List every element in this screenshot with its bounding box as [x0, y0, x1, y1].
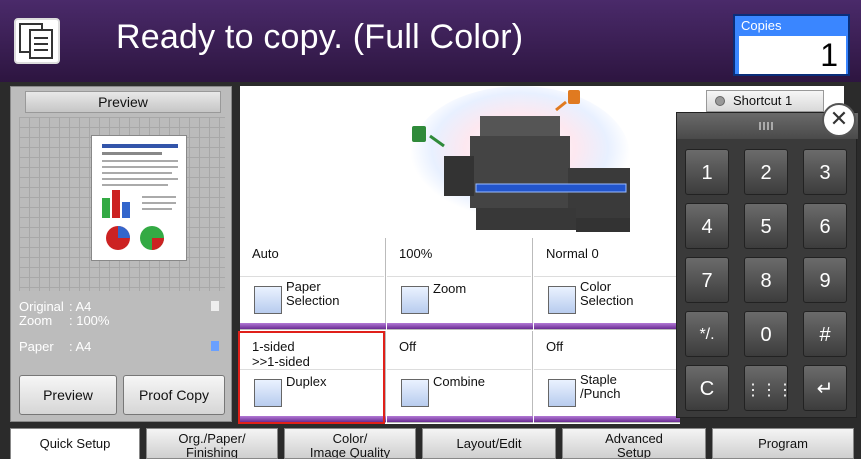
color-selection-icon	[548, 286, 576, 314]
key-9[interactable]: 9	[803, 257, 847, 303]
tab-advanced-setup[interactable]: Advanced Setup	[562, 428, 706, 459]
key-2[interactable]: 2	[744, 149, 788, 195]
key-tenkey-grid[interactable]: ⋮⋮⋮	[744, 365, 793, 411]
preview-button[interactable]: Preview	[19, 375, 117, 415]
copies-label: Copies	[741, 18, 782, 33]
numeric-keypad: ✕ 1 2 3 4 5 6 7 8 9 */. 0 # C ⋮⋮⋮ ↵	[676, 103, 858, 418]
tab-program[interactable]: Program	[712, 428, 854, 459]
color-selection-button[interactable]: Normal 0 Color Selection	[534, 238, 680, 330]
tab-color-image-quality[interactable]: Color/ Image Quality	[284, 428, 416, 459]
grid-icon: ⋮⋮⋮	[745, 382, 793, 399]
paper-tray-icon	[254, 286, 282, 314]
key-1[interactable]: 1	[685, 149, 729, 195]
key-hash[interactable]: #	[803, 311, 847, 357]
key-8[interactable]: 8	[744, 257, 788, 303]
enter-icon: ↵	[816, 378, 834, 400]
document-thumbnail	[91, 135, 187, 261]
combine-button[interactable]: Off Combine	[387, 331, 533, 423]
duplex-button[interactable]: 1-sided >>1-sided Duplex	[240, 331, 386, 423]
copy-screen: Ready to copy. (Full Color) Copies 1 Pre…	[0, 0, 861, 459]
close-keypad-button[interactable]: ✕	[822, 103, 856, 137]
key-4[interactable]: 4	[685, 203, 729, 249]
shortcut-1-button[interactable]: Shortcut 1	[706, 90, 824, 112]
copies-box[interactable]: Copies 1	[733, 14, 850, 76]
tab-layout-edit[interactable]: Layout/Edit	[422, 428, 556, 459]
combine-icon	[401, 379, 429, 407]
key-clear[interactable]: C	[685, 365, 729, 411]
preview-panel: Preview Original: A4 Zoom: 100% Paper …	[10, 86, 232, 422]
grip-icon	[759, 122, 775, 130]
key-6[interactable]: 6	[803, 203, 847, 249]
key-star-dot[interactable]: */.	[685, 311, 729, 357]
key-3[interactable]: 3	[803, 149, 847, 195]
tab-org-paper-finishing[interactable]: Org./Paper/ Finishing	[146, 428, 278, 459]
info-original: Original : A4	[19, 299, 219, 314]
info-zoom: Zoom : 100%	[19, 313, 110, 328]
key-5[interactable]: 5	[744, 203, 788, 249]
preview-title: Preview	[25, 91, 221, 113]
status-title: Ready to copy. (Full Color)	[116, 18, 524, 56]
shortcut-radio-icon	[715, 96, 725, 106]
tab-quick-setup[interactable]: Quick Setup	[10, 428, 140, 459]
key-enter[interactable]: ↵	[803, 365, 847, 411]
paper-selection-button[interactable]: Auto Paper Selection	[240, 238, 386, 330]
key-0[interactable]: 0	[744, 311, 788, 357]
close-icon: ✕	[829, 106, 849, 131]
proof-copy-button[interactable]: Proof Copy	[123, 375, 225, 415]
copies-count[interactable]: 1	[739, 36, 846, 74]
function-grid: Auto Paper Selection 100% Zoom Normal 0 …	[240, 238, 680, 424]
paper-icon	[211, 341, 219, 351]
staple-punch-button[interactable]: Off Staple /Punch	[534, 331, 680, 423]
mfp-machine-icon	[410, 86, 630, 232]
info-paper: Paper : A4	[19, 339, 219, 354]
preview-area	[19, 117, 225, 291]
bottom-tab-bar: Quick Setup Org./Paper/ Finishing Color/…	[0, 424, 861, 459]
staple-icon	[548, 379, 576, 407]
document-icon	[211, 301, 219, 311]
zoom-icon	[401, 286, 429, 314]
duplex-icon	[254, 379, 282, 407]
key-7[interactable]: 7	[685, 257, 729, 303]
header-bar: Ready to copy. (Full Color) Copies 1	[0, 0, 861, 82]
zoom-button[interactable]: 100% Zoom	[387, 238, 533, 330]
copy-app-icon	[14, 18, 60, 64]
